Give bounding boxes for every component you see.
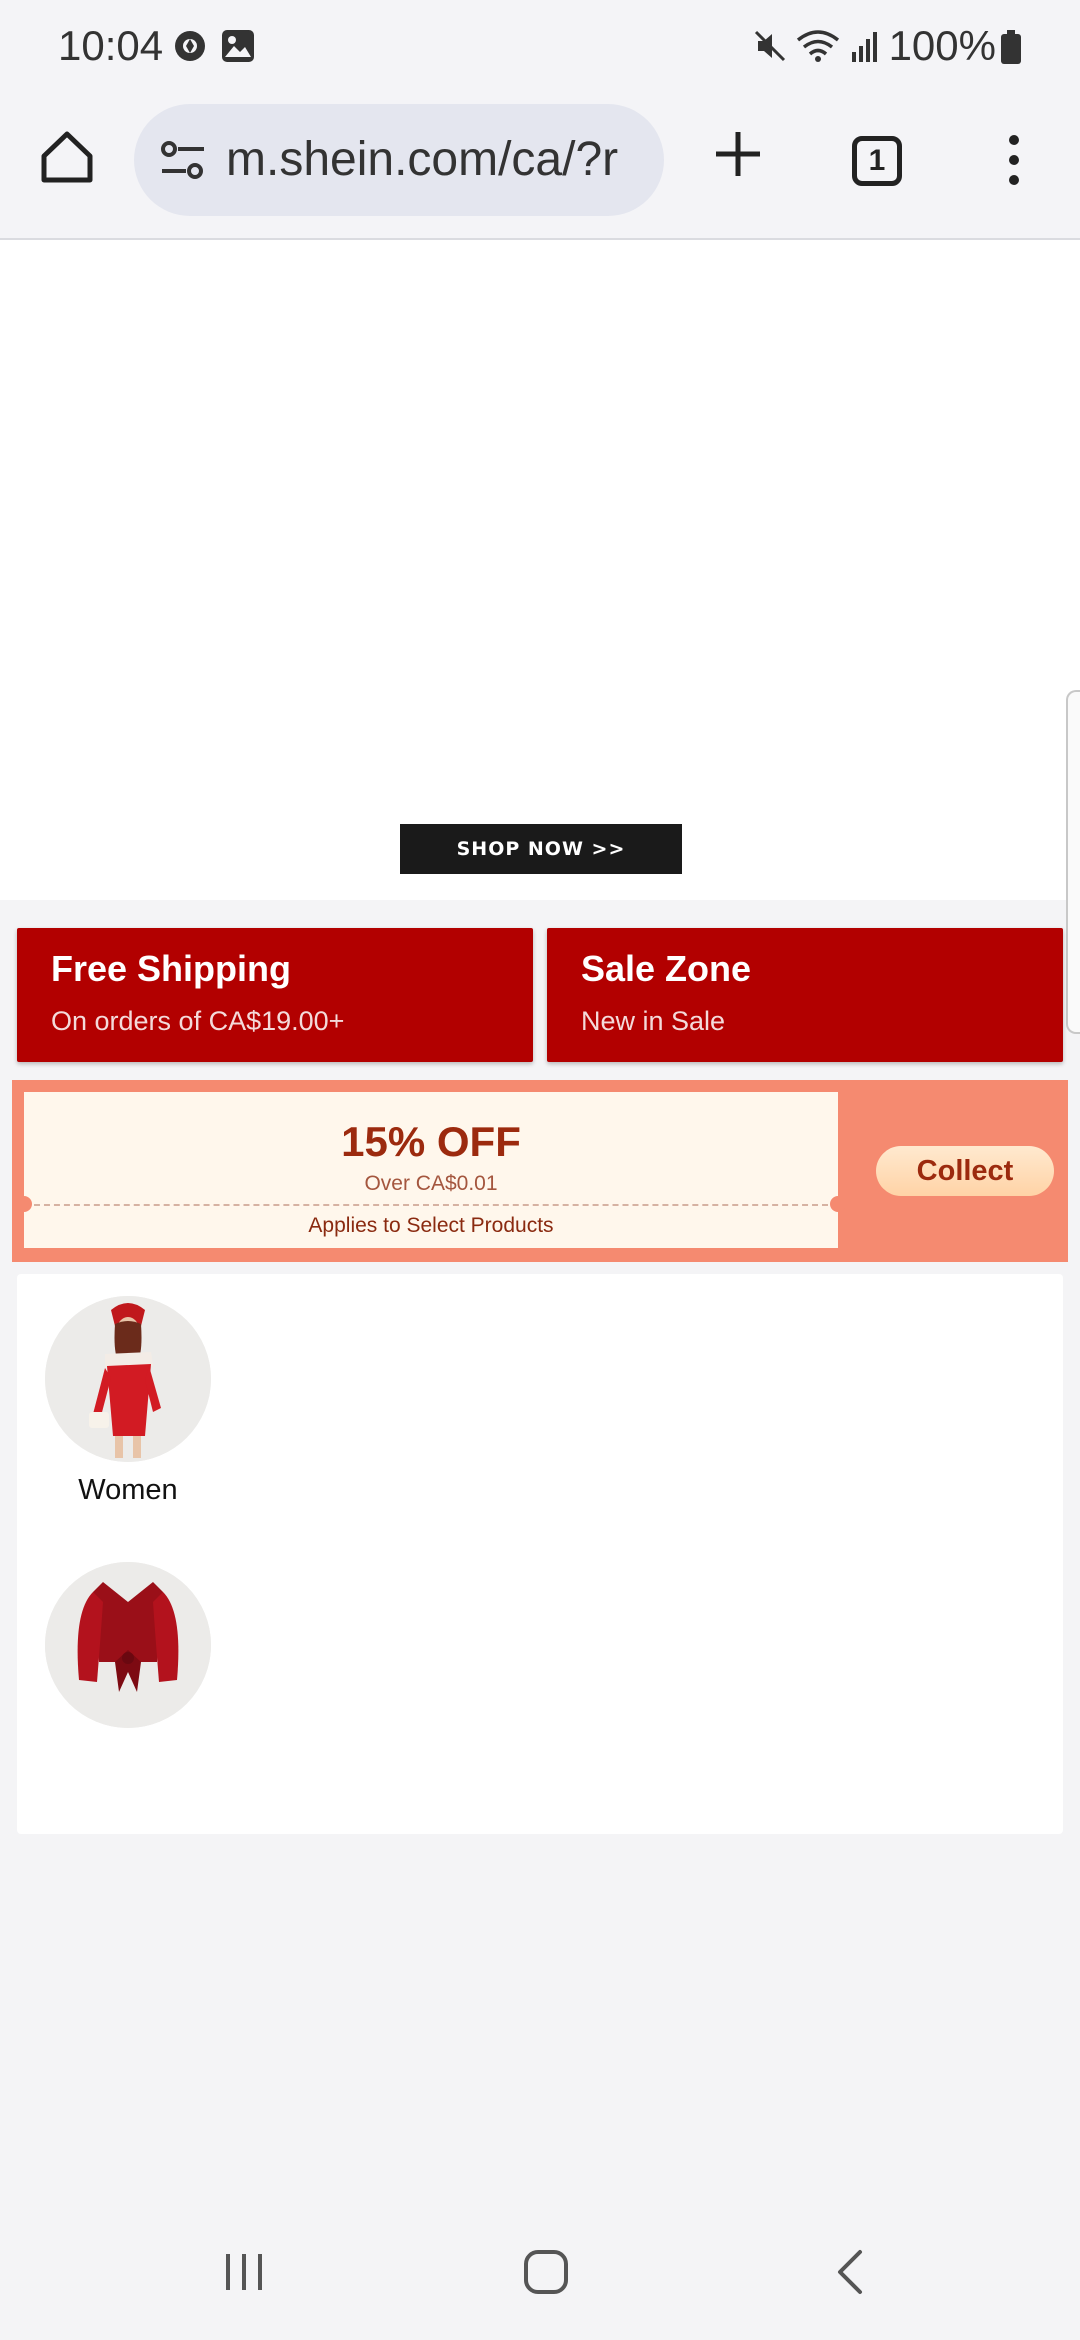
signal-icon — [850, 28, 882, 69]
coupon-divider — [34, 1204, 828, 1206]
coupon-notch — [16, 1196, 32, 1212]
system-nav-bar — [0, 2220, 1080, 2340]
url-text[interactable]: m.shein.com/ca/?r — [226, 132, 646, 187]
promo-subtitle: On orders of CA$19.00+ — [51, 1006, 345, 1036]
wifi-icon — [796, 28, 840, 69]
coupon-strip: 15% OFF Over CA$0.01 Applies to Select P… — [12, 1080, 1068, 1262]
coupon-scope: Applies to Select Products — [308, 1214, 554, 1237]
battery-percent: 100% — [888, 22, 996, 69]
new-tab-icon[interactable] — [710, 126, 766, 182]
coupon-threshold: Over CA$0.01 — [364, 1172, 498, 1195]
category-panel: Women — [17, 1274, 1063, 1834]
coupon-notch — [830, 1196, 846, 1212]
recent-apps-icon[interactable] — [220, 2248, 268, 2301]
sale-zone-card[interactable]: Sale Zone New in Sale — [547, 928, 1063, 1062]
scroll-handle[interactable] — [1066, 690, 1080, 1034]
sync-icon — [172, 28, 208, 69]
battery-icon — [1000, 30, 1022, 71]
coupon-ticket[interactable]: 15% OFF Over CA$0.01 Applies to Select P… — [16, 1092, 846, 1248]
collect-button[interactable]: Collect — [876, 1146, 1054, 1196]
tab-switcher-button[interactable]: 1 — [852, 136, 902, 186]
hero-banner: SHOP NOW >> — [0, 240, 1080, 900]
promo-title: Sale Zone — [581, 948, 752, 989]
browser-toolbar: m.shein.com/ca/?r 1 — [0, 100, 1080, 240]
site-settings-icon[interactable] — [158, 138, 208, 182]
free-shipping-card[interactable]: Free Shipping On orders of CA$19.00+ — [17, 928, 533, 1062]
home-nav-icon[interactable] — [522, 2248, 570, 2301]
shop-now-button[interactable]: SHOP NOW >> — [400, 824, 682, 874]
url-bar[interactable]: m.shein.com/ca/?r — [134, 104, 664, 216]
more-options-icon[interactable] — [1002, 130, 1026, 190]
home-icon[interactable] — [36, 126, 98, 188]
promo-title: Free Shipping — [51, 948, 292, 989]
status-time: 10:04 — [58, 22, 164, 69]
promo-subtitle: New in Sale — [581, 1006, 726, 1036]
image-icon — [220, 28, 256, 69]
back-icon[interactable] — [828, 2248, 876, 2301]
category-second-image[interactable] — [45, 1562, 211, 1728]
category-label[interactable]: Women — [17, 1474, 239, 1507]
mute-icon — [752, 28, 788, 69]
coupon-discount: 15% OFF — [341, 1118, 521, 1165]
category-women-image[interactable] — [45, 1296, 211, 1462]
status-bar: 10:04 100% — [0, 0, 1080, 100]
